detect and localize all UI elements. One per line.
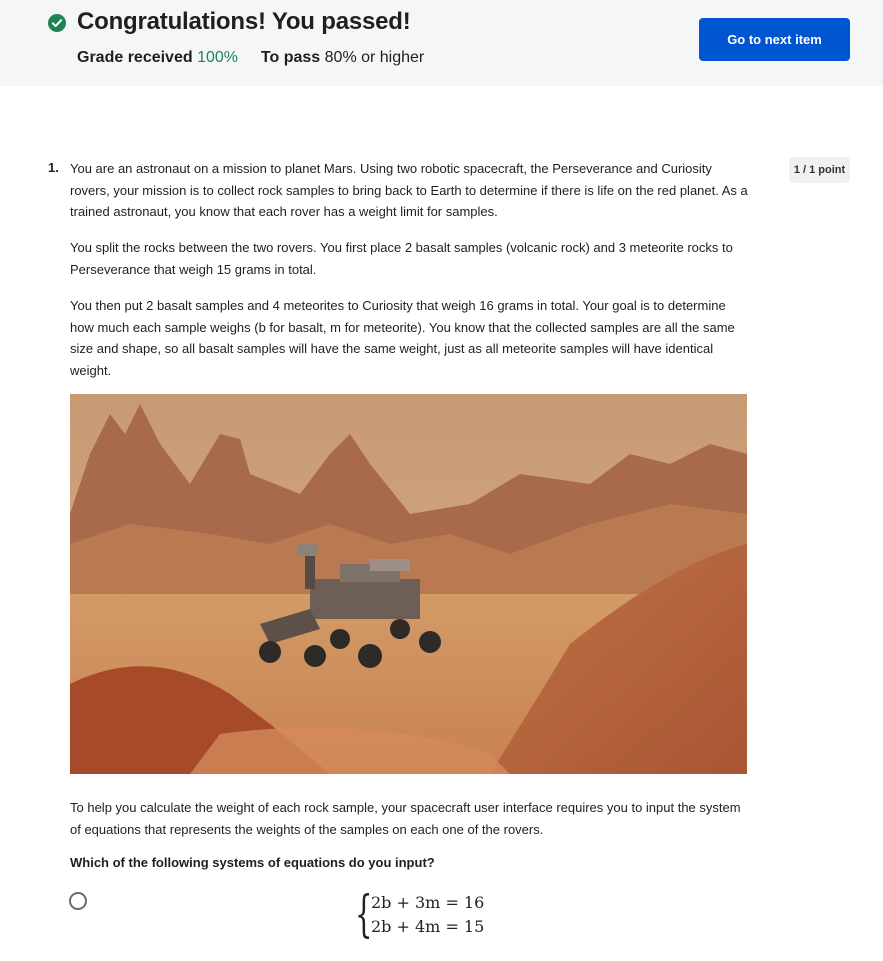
banner-title: Congratulations! You passed! [77, 8, 411, 35]
to-pass-value: 80% or higher [324, 49, 425, 66]
answer-option-radio[interactable] [69, 892, 87, 910]
question-paragraph: To help you calculate the weight of each… [70, 800, 741, 837]
question-paragraph: You are an astronaut on a mission to pla… [70, 161, 748, 219]
question-paragraph: You then put 2 basalt samples and 4 mete… [70, 298, 735, 378]
question-prompt: Which of the following systems of equati… [70, 855, 435, 870]
go-to-next-item-button[interactable]: Go to next item [699, 18, 850, 61]
grade-received-value: 100% [197, 49, 238, 66]
left-brace: { [355, 885, 373, 943]
question-paragraph: You split the rocks between the two rove… [70, 240, 733, 277]
equation-line: 2b + 3m = 16 [371, 893, 485, 912]
question-number: 1. [48, 160, 59, 175]
grade-received-label: Grade received [77, 49, 193, 66]
result-banner: Congratulations! You passed! Grade recei… [0, 0, 883, 86]
answer-option-equations: { 2b + 3m = 16 2b + 4m = 15 [355, 887, 485, 943]
to-pass-label: To pass [260, 49, 321, 66]
mars-rover-image [70, 394, 747, 774]
equation-line: 2b + 4m = 15 [371, 917, 485, 936]
check-circle-icon [48, 14, 66, 32]
points-badge: 1 / 1 point [789, 157, 850, 183]
grade-summary: Grade received 100% To pass 80% or highe… [77, 49, 424, 67]
